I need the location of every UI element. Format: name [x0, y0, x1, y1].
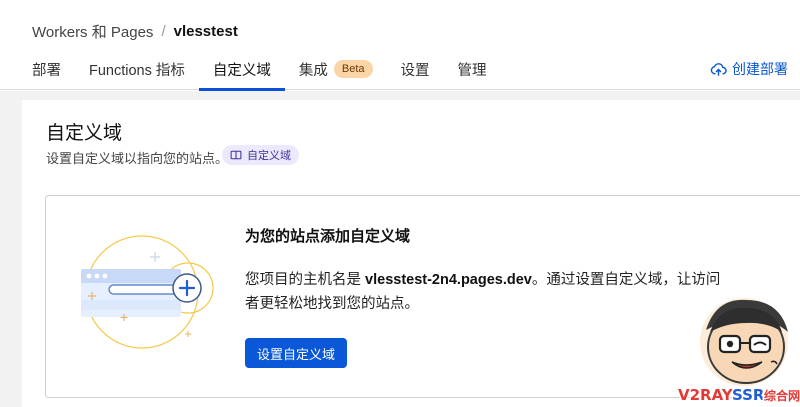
tab-label: Functions 指标: [89, 63, 185, 79]
breadcrumb-parent-link[interactable]: Workers 和 Pages: [32, 21, 153, 42]
tab-label: 设置: [400, 63, 430, 79]
card-description: 您项目的主机名是 vlesstest-2n4.pages.dev。通过设置自定义…: [245, 268, 725, 316]
tab-deployments[interactable]: 部署: [18, 47, 75, 90]
beta-badge: Beta: [333, 60, 373, 78]
breadcrumb: Workers 和 Pages / vlesstest: [32, 21, 238, 42]
cloud-upload-icon: [710, 62, 727, 76]
tab-manage[interactable]: 管理: [444, 47, 501, 90]
watermark-mascot-logo: V2RAY SSR 综合网: [677, 298, 800, 406]
mascot-face: [700, 298, 788, 386]
section-title: 自定义域: [46, 123, 123, 144]
tab-label: 管理: [457, 63, 487, 79]
card-body-prefix: 您项目的主机名是: [245, 272, 366, 288]
tab-label: 部署: [32, 63, 61, 79]
tab-integrations[interactable]: 集成 Beta: [285, 47, 387, 90]
section-description: 设置自定义域以指向您的站点。: [46, 151, 229, 166]
card-title: 为您的站点添加自定义域: [245, 228, 411, 245]
tab-bar: 部署 Functions 指标 自定义域 集成 Beta 设置 管理: [18, 47, 501, 91]
set-up-custom-domain-button[interactable]: 设置自定义域: [245, 338, 347, 368]
tab-label: 集成: [298, 63, 328, 79]
create-deployment-button[interactable]: 创建部署: [710, 59, 788, 79]
svg-text:V2RAY: V2RAY: [678, 386, 734, 404]
breadcrumb-current: vlesstest: [173, 23, 238, 40]
browser-add-domain-illustration: [81, 235, 214, 349]
tab-label: 自定义域: [212, 63, 271, 79]
breadcrumb-separator: /: [161, 23, 166, 40]
book-icon: [230, 150, 242, 160]
svg-text:SSR: SSR: [732, 386, 765, 404]
create-deployment-label: 创建部署: [732, 61, 788, 77]
docs-link-label: 自定义域: [247, 150, 291, 162]
svg-text:综合网: 综合网: [764, 388, 800, 403]
tab-settings[interactable]: 设置: [387, 47, 444, 90]
tab-functions-metrics[interactable]: Functions 指标: [75, 47, 199, 90]
header: Workers 和 Pages / vlesstest 部署 Functions…: [0, 0, 800, 91]
tab-custom-domains[interactable]: 自定义域: [198, 47, 285, 91]
project-hostname: vlesstest-2n4.pages.dev: [365, 272, 532, 288]
docs-link-chip[interactable]: 自定义域: [222, 145, 299, 165]
